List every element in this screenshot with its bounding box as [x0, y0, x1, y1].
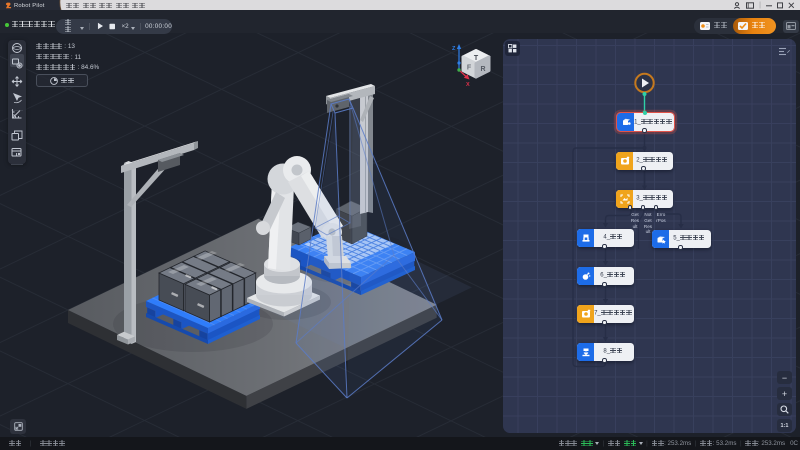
svg-text:F: F: [467, 65, 472, 72]
svg-text:X: X: [466, 82, 470, 88]
svg-text:T: T: [474, 55, 479, 62]
svg-text:R: R: [480, 66, 485, 73]
